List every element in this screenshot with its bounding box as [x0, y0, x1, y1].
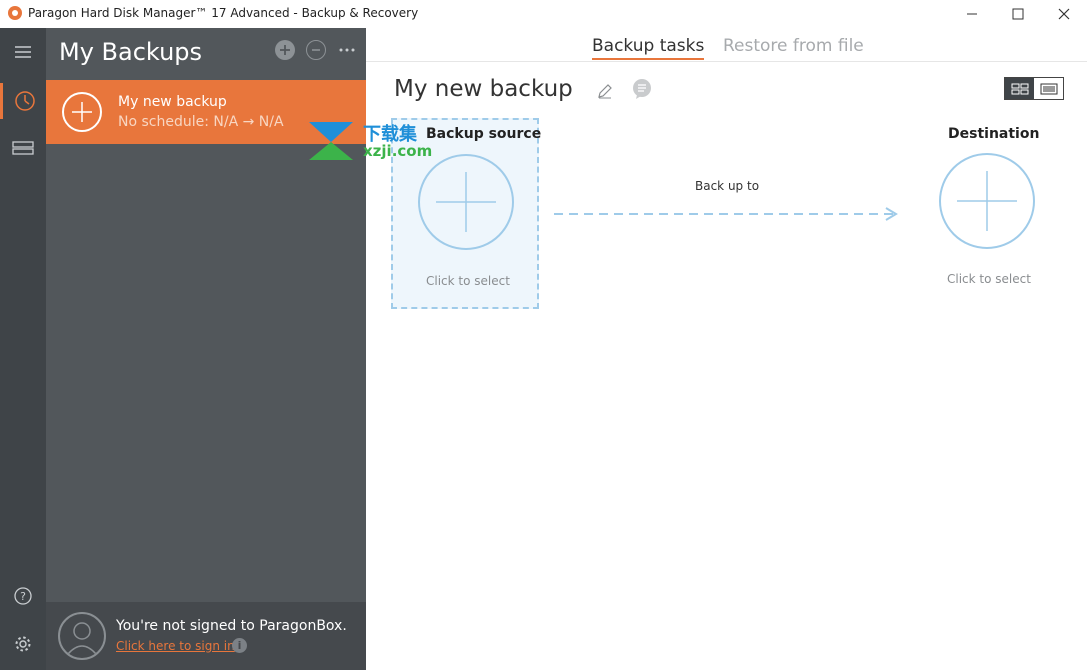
tile-view-button[interactable]	[1005, 78, 1034, 99]
backup-arrow-icon	[554, 207, 898, 221]
signin-message: You're not signed to ParagonBox.	[116, 618, 347, 634]
destination-click-hint: Click to select	[947, 272, 1031, 286]
help-button[interactable]: ?	[0, 578, 46, 614]
comment-button[interactable]	[631, 78, 653, 100]
source-plus-icon	[418, 154, 514, 250]
tile-view-icon	[1011, 83, 1028, 94]
destination-label: Destination	[948, 126, 1040, 142]
close-button[interactable]	[1041, 0, 1087, 28]
watermark-logo-icon	[309, 122, 353, 160]
watermark-url: xzji.com	[363, 142, 433, 160]
backup-title: My new backup	[394, 76, 573, 102]
pencil-icon	[598, 84, 612, 99]
arrow-label: Back up to	[695, 179, 760, 193]
minimize-button[interactable]	[949, 0, 995, 28]
edit-name-button[interactable]	[596, 82, 614, 100]
more-dots-icon	[339, 48, 355, 52]
title-bar: Paragon Hard Disk Manager™ 17 Advanced -…	[0, 0, 1087, 28]
settings-button[interactable]	[0, 626, 46, 662]
backup-clock-icon	[14, 91, 35, 111]
destination-selector[interactable]	[939, 153, 1035, 249]
info-icon[interactable]: i	[232, 638, 247, 653]
maximize-button[interactable]	[995, 0, 1041, 28]
window-title: Paragon Hard Disk Manager™ 17 Advanced -…	[28, 6, 419, 20]
drives-icon	[12, 141, 34, 155]
app-logo-icon	[8, 6, 22, 20]
remove-backup-button[interactable]	[306, 40, 326, 60]
nav-rail: ?	[0, 28, 46, 670]
more-options-button[interactable]	[337, 40, 357, 60]
add-backup-button[interactable]	[275, 40, 295, 60]
help-icon: ?	[14, 587, 32, 605]
maximize-icon	[1012, 8, 1024, 20]
nav-drives[interactable]	[0, 130, 46, 166]
view-toggle	[1004, 77, 1064, 100]
comment-icon	[633, 79, 651, 99]
svg-text:?: ?	[20, 590, 26, 603]
close-icon	[1058, 8, 1070, 20]
backup-item-name: My new backup	[118, 94, 227, 110]
minimize-icon	[967, 13, 977, 15]
plus-icon	[280, 45, 290, 55]
backup-item-schedule: No schedule: N/A → N/A	[118, 114, 284, 130]
menu-icon	[15, 46, 31, 58]
tab-backup-tasks[interactable]: Backup tasks	[592, 36, 705, 60]
menu-button[interactable]	[0, 34, 46, 70]
avatar-icon	[58, 612, 106, 660]
list-view-button[interactable]	[1034, 78, 1063, 99]
backup-plus-icon	[62, 92, 102, 132]
source-click-hint: Click to select	[426, 274, 510, 288]
watermark: 下载集 xzji.com	[305, 120, 445, 162]
minus-icon	[312, 49, 320, 51]
paragonbox-signin: You're not signed to ParagonBox. Click h…	[46, 602, 366, 670]
sidebar-title: My Backups	[59, 38, 203, 66]
nav-backup[interactable]	[0, 83, 46, 119]
tab-restore-from-file[interactable]: Restore from file	[723, 36, 864, 58]
tabs-divider	[366, 61, 1087, 62]
signin-link[interactable]: Click here to sign in	[116, 639, 235, 653]
destination-plus-icon	[957, 171, 1017, 231]
settings-icon	[15, 636, 31, 652]
main-panel: Backup tasks Restore from file My new ba…	[366, 28, 1087, 670]
list-view-icon	[1040, 83, 1057, 94]
